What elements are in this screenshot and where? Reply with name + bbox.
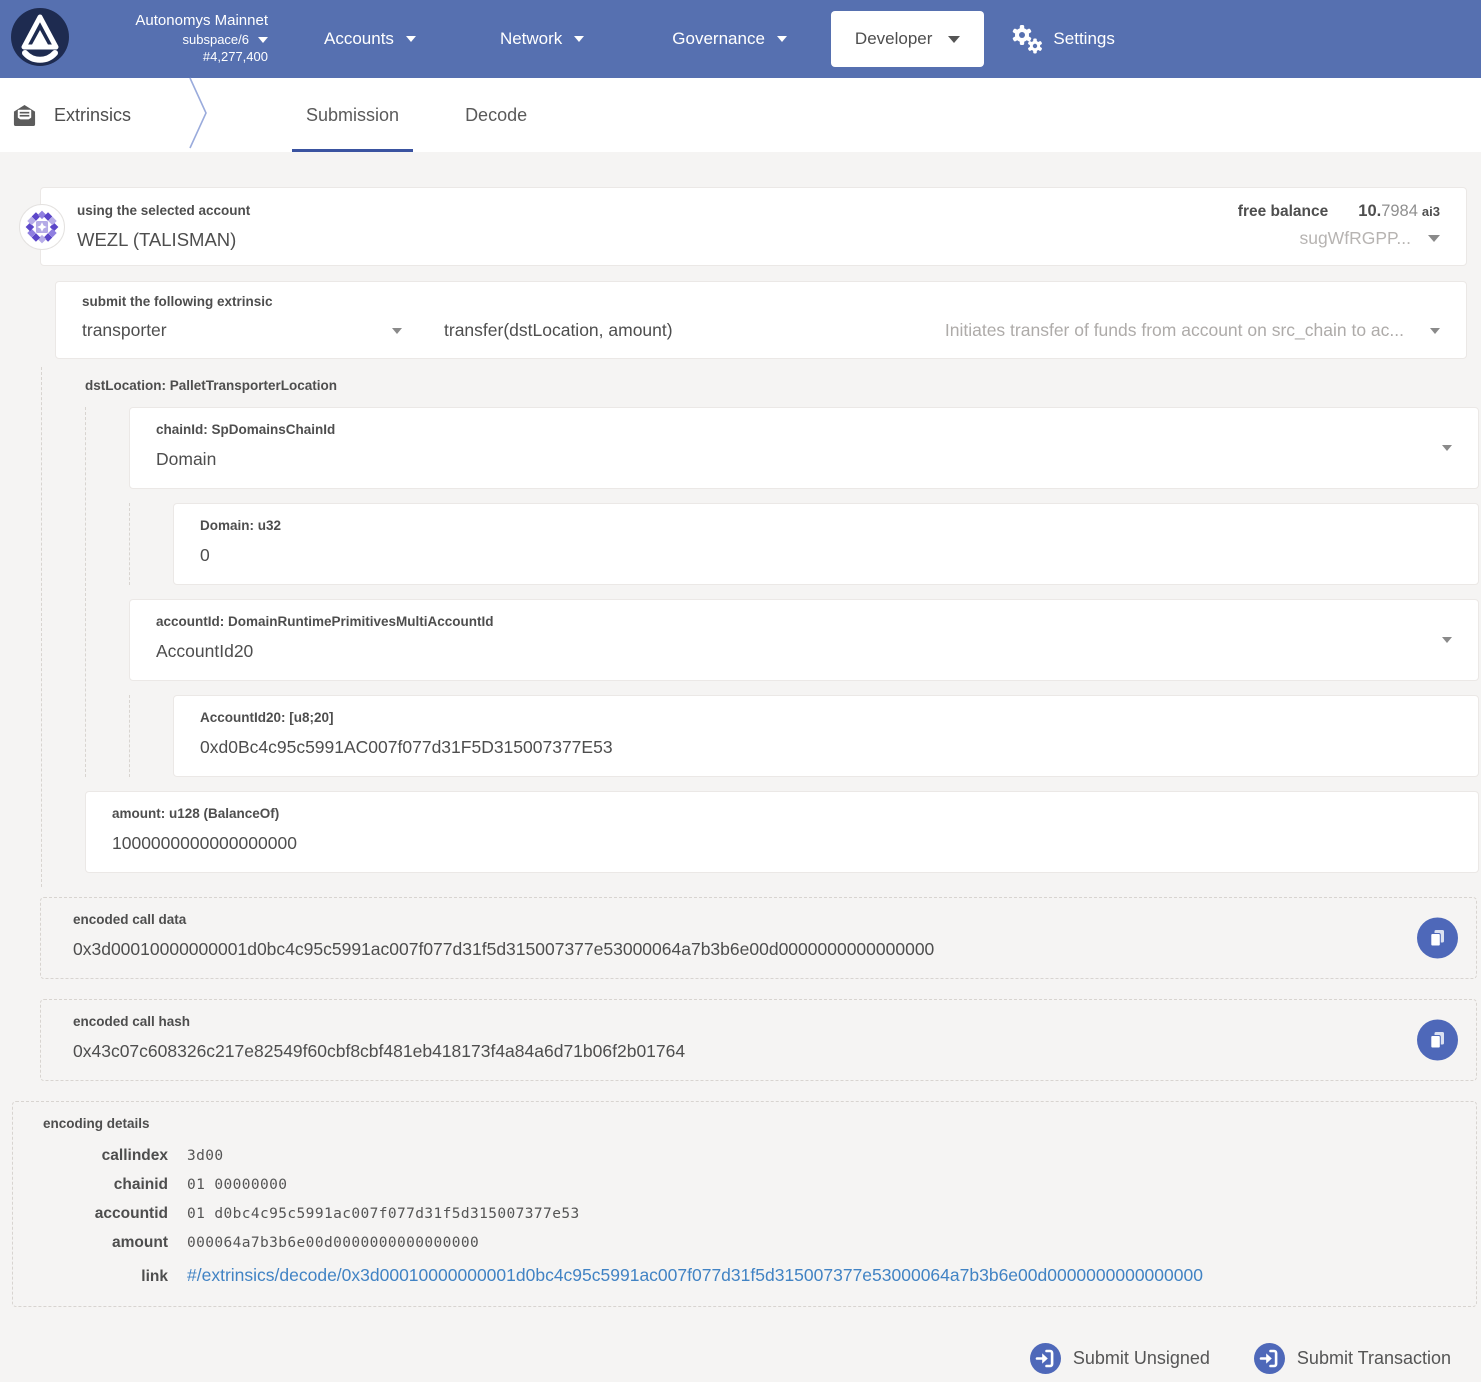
call-params: dstLocation: PalletTransporterLocation c… (41, 367, 1479, 887)
account-info: using the selected account WEZL (TALISMA… (77, 202, 250, 251)
tab-decode[interactable]: Decode (432, 78, 560, 152)
chain-runtime[interactable]: subspace/6 (88, 32, 268, 48)
chevron-down-icon (406, 36, 416, 42)
chain-name: Autonomys Mainnet (88, 12, 268, 31)
encoded-call-hash-value: 0x43c07c608326c217e82549f60cbf8cbf481eb4… (73, 1040, 1396, 1063)
gears-icon (1010, 24, 1044, 54)
chain-id-children: Domain: u32 0 (129, 503, 1479, 585)
account-id20-value-input[interactable]: 0xd0Bc4c95c5991AC007f077d31F5D315007377E… (200, 736, 1428, 759)
encoded-call-hash-box: encoded call hash 0x43c07c608326c217e825… (40, 999, 1477, 1081)
top-nav-bar: Autonomys Mainnet subspace/6 #4,277,400 … (0, 0, 1481, 78)
copy-call-hash-button[interactable] (1417, 1020, 1458, 1061)
balance-integer: 10. (1358, 202, 1381, 220)
chevron-down-icon (574, 36, 584, 42)
page-content: using the selected account WEZL (TALISMA… (0, 152, 1481, 1382)
tab-submission[interactable]: Submission (273, 78, 432, 152)
detail-row-accountid: accountid 01 d0bc4c95c5991ac007f077d31f5… (43, 1205, 1446, 1223)
submit-unsigned-button[interactable]: Submit Unsigned (1030, 1343, 1210, 1374)
account-id-children: AccountId20: [u8;20] 0xd0Bc4c95c5991AC00… (129, 695, 1479, 777)
encoded-call-data-value: 0x3d00010000000001d0bc4c95c5991ac007f077… (73, 938, 1396, 961)
section-title: Extrinsics (13, 78, 131, 152)
menu-governance[interactable]: Governance (672, 29, 787, 49)
autonomys-logo-icon[interactable] (10, 7, 70, 72)
chevron-down-icon (1428, 235, 1440, 242)
encoding-details-title: encoding details (43, 1115, 1446, 1133)
menu-developer[interactable]: Developer (831, 11, 985, 67)
encoding-details-box: encoding details callindex 3d00 chainid … (12, 1101, 1477, 1307)
block-number: #4,277,400 (88, 49, 268, 65)
pallet-value: transporter (82, 320, 167, 341)
domain-param[interactable]: Domain: u32 0 (173, 503, 1479, 585)
account-id20-param[interactable]: AccountId20: [u8;20] 0xd0Bc4c95c5991AC00… (173, 695, 1479, 777)
extrinsic-select-box: submit the following extrinsic transport… (55, 281, 1467, 359)
chevron-down-icon (1442, 445, 1452, 451)
account-selector[interactable]: using the selected account WEZL (TALISMA… (40, 187, 1467, 266)
copy-icon (1428, 1030, 1447, 1050)
chevron-down-icon (1430, 328, 1440, 334)
chevron-down-icon (948, 36, 960, 43)
extrinsics-envelope-icon (13, 104, 36, 127)
chain-id-value: Domain (156, 448, 1428, 471)
detail-row-chainid: chainid 01 00000000 (43, 1176, 1446, 1194)
balance-unit: ai3 (1422, 204, 1440, 219)
account-label: using the selected account (77, 202, 250, 220)
method-description: Initiates transfer of funds from account… (945, 320, 1430, 341)
method-value: transfer(dstLocation, amount) (444, 320, 673, 341)
detail-row-callindex: callindex 3d00 (43, 1147, 1446, 1165)
encoded-call-data-box: encoded call data 0x3d00010000000001d0bc… (40, 897, 1477, 979)
chain-id-param[interactable]: chainId: SpDomainsChainId Domain (129, 407, 1479, 489)
menu-accounts[interactable]: Accounts (324, 29, 416, 49)
breadcrumb-chevron-icon (189, 77, 209, 154)
account-id-value: AccountId20 (156, 640, 1428, 663)
menu-network[interactable]: Network (500, 29, 584, 49)
extrinsic-selects: transporter transfer(dstLocation, amount… (82, 320, 1440, 341)
domain-value-input[interactable]: 0 (200, 544, 1428, 567)
account-balance-block: free balance10.7984ai3 sugWfRGPP... (1238, 202, 1440, 251)
decode-link[interactable]: #/extrinsics/decode/0x3d00010000000001d0… (187, 1265, 1203, 1286)
account-name: WEZL (TALISMAN) (77, 228, 250, 251)
dst-location-children: chainId: SpDomainsChainId Domain Domain:… (85, 407, 1479, 777)
copy-call-data-button[interactable] (1417, 918, 1458, 959)
account-id-param[interactable]: accountId: DomainRuntimePrimitivesMultiA… (129, 599, 1479, 681)
action-buttons: Submit Unsigned Submit Transaction (0, 1343, 1451, 1374)
section-label: Extrinsics (54, 105, 131, 126)
balance-fraction: 7984 (1381, 202, 1418, 220)
main-menu: Accounts Network Governance Developer (268, 0, 1115, 78)
submit-transaction-button[interactable]: Submit Transaction (1254, 1343, 1451, 1374)
menu-settings[interactable]: Settings (1010, 24, 1114, 54)
account-identicon (19, 204, 65, 250)
amount-param[interactable]: amount: u128 (BalanceOf) 100000000000000… (85, 791, 1479, 873)
sign-in-icon (1030, 1343, 1061, 1374)
pallet-dropdown[interactable]: transporter (82, 320, 402, 341)
extrinsic-label: submit the following extrinsic (82, 293, 1440, 311)
chevron-down-icon (1442, 637, 1452, 643)
chevron-down-icon (392, 328, 402, 334)
account-address[interactable]: sugWfRGPP... (1238, 228, 1440, 249)
detail-row-amount: amount 000064a7b3b6e00d0000000000000000 (43, 1234, 1446, 1252)
tab-bar: Extrinsics Submission Decode (0, 78, 1481, 152)
chevron-down-icon (777, 36, 787, 42)
copy-icon (1428, 928, 1447, 948)
chevron-down-icon (258, 37, 268, 43)
sign-in-icon (1254, 1343, 1285, 1374)
tabs: Submission Decode (273, 78, 560, 152)
dst-location-label: dstLocation: PalletTransporterLocation (85, 377, 1479, 395)
amount-value-input[interactable]: 1000000000000000000 (112, 832, 1428, 855)
chain-info[interactable]: Autonomys Mainnet subspace/6 #4,277,400 (88, 12, 268, 65)
method-dropdown[interactable]: transfer(dstLocation, amount) Initiates … (444, 320, 1440, 341)
detail-row-link: link #/extrinsics/decode/0x3d00010000000… (43, 1265, 1446, 1286)
free-balance: free balance10.7984ai3 (1238, 202, 1440, 221)
